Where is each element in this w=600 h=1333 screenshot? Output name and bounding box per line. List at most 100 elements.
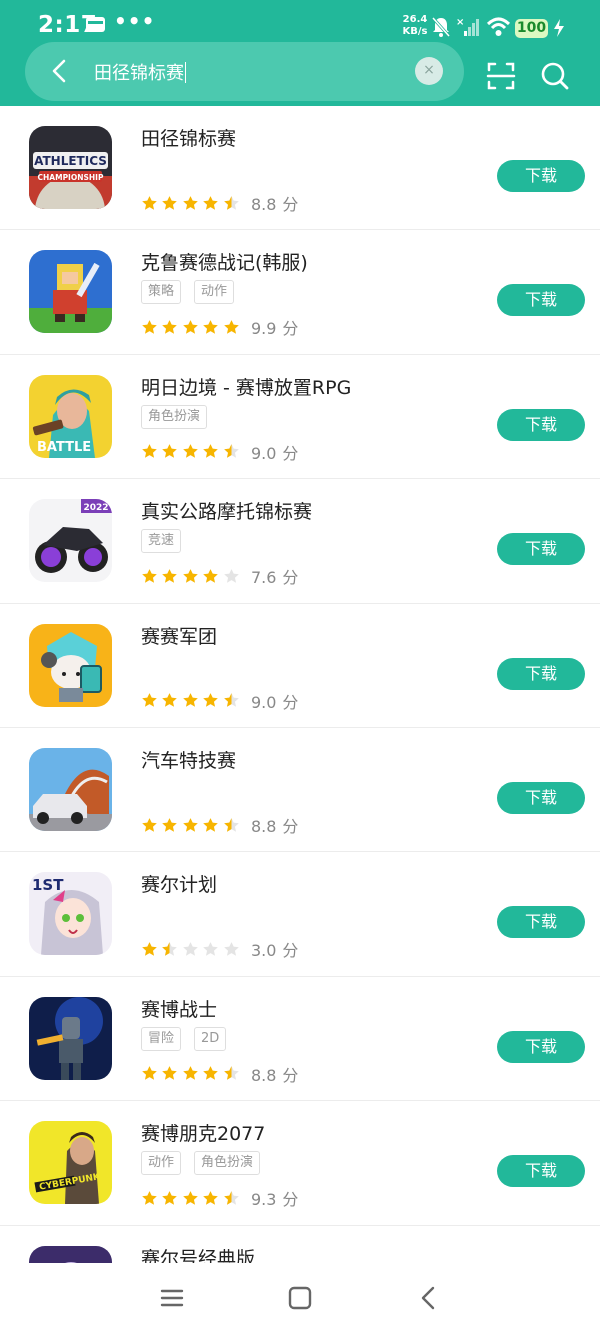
score-unit: 分 bbox=[282, 817, 299, 836]
athletics-championship-icon[interactable]: ATHLETICS CHAMPIONSHIP bbox=[29, 126, 112, 209]
app-rating: 9.9 分 bbox=[141, 315, 298, 339]
star-empty-icon bbox=[223, 941, 239, 956]
app-rating: 7.6 分 bbox=[141, 564, 298, 588]
app-name[interactable]: 赛博战士 bbox=[141, 995, 217, 1022]
app-tag: 动作 bbox=[194, 280, 235, 305]
app-list-item[interactable]: 克鲁赛德战记(韩服) 策略 动作 9.9 分下载 bbox=[0, 230, 600, 355]
star-full-icon bbox=[223, 319, 239, 334]
rating-stars bbox=[141, 195, 243, 212]
scan-icon[interactable] bbox=[484, 59, 518, 93]
app-rating: 9.0 分 bbox=[141, 440, 298, 464]
menu-icon[interactable] bbox=[158, 1284, 186, 1312]
app-list-item[interactable]: 汽车特技赛 8.8 分 下载 bbox=[0, 728, 600, 853]
star-full-icon bbox=[142, 1190, 157, 1205]
app-name[interactable]: 赛尔计划 bbox=[141, 870, 217, 897]
search-bar[interactable]: 田径锦标赛 × bbox=[25, 42, 464, 101]
star-full-icon bbox=[182, 568, 198, 583]
app-name[interactable]: 真实公路摩托锦标赛 bbox=[141, 497, 312, 524]
score-unit: 分 bbox=[282, 1190, 299, 1210]
app-list-item[interactable]: ATHLETICS CHAMPIONSHIP 田径锦标赛 8.8 分 下载 bbox=[0, 106, 600, 231]
app-tag: 冒险 bbox=[141, 1026, 182, 1051]
app-rating: 9.0 分 bbox=[141, 689, 298, 713]
cyber-warrior-icon[interactable] bbox=[29, 996, 112, 1080]
network-speed-value: 26.4 bbox=[402, 14, 428, 25]
download-button[interactable]: 下载 bbox=[497, 906, 585, 939]
rating-stars bbox=[141, 692, 243, 709]
network-speed: 26.4 KB/s bbox=[400, 14, 430, 38]
download-button[interactable]: 下载 bbox=[497, 1030, 585, 1063]
star-full-icon bbox=[182, 195, 198, 210]
cyber-heroine-icon[interactable]: BATTLE bbox=[29, 374, 112, 458]
chibi-knight-icon[interactable] bbox=[29, 623, 112, 707]
stunt-car-icon[interactable] bbox=[29, 748, 112, 831]
app-name[interactable]: 赛尔号经典版 bbox=[141, 1244, 255, 1263]
star-full-icon bbox=[182, 1190, 198, 1205]
download-button[interactable]: 下载 bbox=[497, 284, 585, 317]
download-button[interactable]: 下载 bbox=[497, 782, 585, 814]
score-value: 7.6 bbox=[250, 568, 277, 588]
app-list-item[interactable]: CYBERPUNK 赛博朋克2077 动作 角色扮演 9.3 分 下载 bbox=[0, 1101, 600, 1226]
wifi-icon bbox=[486, 17, 511, 36]
rating-score: 9.0 分 bbox=[251, 689, 298, 713]
score-value: 8.8 bbox=[250, 1065, 277, 1085]
rating-score: 8.8 分 bbox=[251, 1062, 298, 1086]
app-name[interactable]: 赛赛军团 bbox=[141, 622, 217, 649]
star-full-icon bbox=[203, 1190, 218, 1205]
rating-score: 9.9 分 bbox=[251, 315, 298, 339]
rating-stars bbox=[141, 1190, 243, 1207]
rating-score: 8.8 分 bbox=[251, 191, 298, 215]
star-full-icon bbox=[142, 817, 157, 832]
star-full-icon bbox=[182, 444, 198, 459]
download-button[interactable]: 下载 bbox=[497, 160, 585, 192]
star-full-icon bbox=[162, 195, 178, 210]
app-list-item[interactable]: 赛尔号经典版 bbox=[0, 1226, 600, 1263]
star-full-icon bbox=[203, 444, 218, 459]
score-value: 8.8 bbox=[250, 195, 277, 214]
app-name[interactable]: 克鲁赛德战记(韩服) bbox=[141, 248, 308, 275]
app-name[interactable]: 赛博朋克2077 bbox=[141, 1119, 265, 1146]
download-button[interactable]: 下载 bbox=[497, 533, 585, 566]
app-tags: 动作 角色扮演 bbox=[141, 1151, 273, 1176]
star-full-icon bbox=[182, 1066, 198, 1081]
search-icon[interactable] bbox=[538, 59, 572, 93]
back-arrow-icon[interactable] bbox=[45, 56, 75, 86]
app-name[interactable]: 汽车特技赛 bbox=[141, 746, 236, 773]
app-list-item[interactable]: BATTLE 明日边境 - 赛博放置RPG 角色扮演 9.0 分 下载 bbox=[0, 355, 600, 480]
home-icon[interactable] bbox=[286, 1284, 314, 1312]
star-full-icon bbox=[142, 319, 157, 334]
search-results-list[interactable]: ATHLETICS CHAMPIONSHIP 田径锦标赛 8.8 分下载 克鲁赛德战记(韩… bbox=[0, 106, 600, 1263]
star-full-icon bbox=[203, 319, 218, 334]
star-full-icon bbox=[142, 941, 157, 956]
app-list-item[interactable]: 2022 真实公路摩托锦标赛 竞速 7.6 分 下载 bbox=[0, 479, 600, 604]
app-list-item[interactable]: 1ST 赛尔计划 3.0 分 下载 bbox=[0, 852, 600, 977]
clear-search-button[interactable]: × bbox=[415, 57, 443, 85]
app-tag: 竞速 bbox=[141, 529, 182, 554]
download-button[interactable]: 下载 bbox=[497, 657, 585, 690]
crusaders-knight-icon[interactable] bbox=[29, 250, 112, 334]
cyberpunk-icon[interactable]: CYBERPUNK bbox=[29, 1121, 112, 1205]
app-list-item[interactable]: 赛赛军团 9.0 分 下载 bbox=[0, 604, 600, 728]
cellular-signal-icon: × bbox=[456, 17, 479, 36]
score-value: 9.0 bbox=[250, 443, 277, 463]
app-name[interactable]: 田径锦标赛 bbox=[141, 124, 236, 151]
download-button[interactable]: 下载 bbox=[497, 1155, 585, 1188]
seer-classic-icon[interactable] bbox=[29, 1245, 112, 1263]
app-name[interactable]: 明日边境 - 赛博放置RPG bbox=[141, 373, 351, 400]
app-tag: 角色扮演 bbox=[194, 1151, 261, 1176]
motorcycle-icon[interactable]: 2022 bbox=[29, 499, 112, 583]
svg-text:CHAMPIONSHIP: CHAMPIONSHIP bbox=[38, 173, 104, 182]
star-empty-icon bbox=[182, 941, 198, 956]
app-tags: 冒险 2D bbox=[141, 1026, 239, 1051]
download-button[interactable]: 下载 bbox=[497, 408, 585, 441]
back-icon[interactable] bbox=[415, 1284, 443, 1312]
rating-score: 3.0 分 bbox=[251, 937, 298, 961]
anime-girl-icon[interactable]: 1ST bbox=[29, 872, 112, 956]
app-tags: 角色扮演 bbox=[141, 404, 220, 429]
score-unit: 分 bbox=[282, 568, 299, 588]
app-tags: 策略 动作 bbox=[141, 280, 247, 305]
rating-score: 9.0 分 bbox=[251, 440, 298, 464]
svg-text:1ST: 1ST bbox=[32, 876, 64, 894]
app-tag: 策略 bbox=[141, 280, 182, 305]
app-list-item[interactable]: 赛博战士冒险 2D 8.8 分 下载 bbox=[0, 977, 600, 1102]
search-input[interactable]: 田径锦标赛 bbox=[94, 59, 186, 85]
